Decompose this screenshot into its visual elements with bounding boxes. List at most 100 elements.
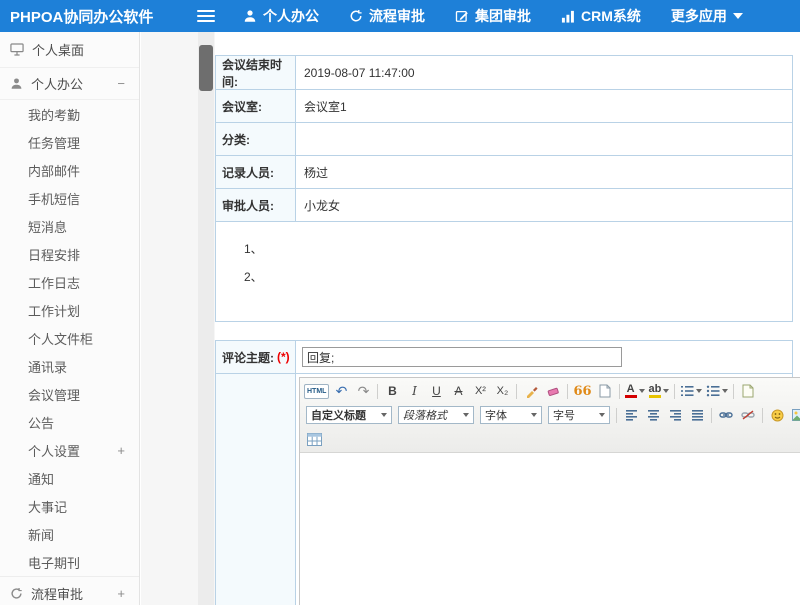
sidebar-item-sms[interactable]: 手机短信 xyxy=(0,184,139,212)
nav-label: 流程审批 xyxy=(369,6,425,26)
subscript-icon[interactable]: X₂ xyxy=(492,381,512,401)
editor-content-area[interactable] xyxy=(300,453,800,605)
sidebar-item-announcements[interactable]: 公告 xyxy=(0,408,139,436)
unlink-icon[interactable] xyxy=(738,405,758,425)
sidebar-item-news[interactable]: 新闻 xyxy=(0,520,139,548)
sidebar-section-personal-office[interactable]: 个人办公 − xyxy=(0,68,139,100)
sidebar-item-major-events[interactable]: 大事记 xyxy=(0,492,139,520)
caret-down-icon xyxy=(663,389,669,393)
nav-group-approval[interactable]: 集团审批 xyxy=(455,6,531,26)
comment-subject-label: 评论主题: (*) xyxy=(216,341,296,373)
nav-more-apps[interactable]: 更多应用 xyxy=(671,6,743,26)
comment-content-row: 评论内容: HTML ↶ ↷ B I U xyxy=(216,373,792,605)
field-value-recorder: 杨过 xyxy=(296,156,792,188)
font-family-select[interactable]: 字体 xyxy=(480,406,542,424)
font-color-letter: A xyxy=(627,384,635,394)
collapse-minus-icon[interactable]: − xyxy=(117,76,125,91)
content-line: 1、 xyxy=(244,235,782,263)
sidebar-item-label: 个人设置 xyxy=(28,441,80,460)
nav-crm[interactable]: CRM系统 xyxy=(561,6,641,26)
field-label-meeting-room: 会议室: xyxy=(216,90,296,122)
meeting-content-box: 1、 2、 xyxy=(216,221,792,321)
redo-icon[interactable]: ↷ xyxy=(353,381,373,401)
font-color-icon[interactable]: A xyxy=(624,381,646,401)
highlight-color-icon[interactable]: ab xyxy=(648,381,671,401)
cycle-arrows-icon xyxy=(10,587,23,600)
sidebar-section-workflow-approval[interactable]: 流程审批 + xyxy=(0,576,139,605)
sidebar-item-e-journal[interactable]: 电子期刊 xyxy=(0,548,139,576)
sidebar-item-label: 个人文件柜 xyxy=(28,329,93,348)
hamburger-menu-icon[interactable] xyxy=(197,10,215,22)
sidebar-item-file-cabinet[interactable]: 个人文件柜 xyxy=(0,324,139,352)
ordered-list-icon[interactable] xyxy=(679,381,703,401)
paragraph-format-select[interactable]: 段落格式 xyxy=(398,406,474,424)
sidebar-item-meetings[interactable]: 会议管理 xyxy=(0,380,139,408)
unordered-list-icon[interactable] xyxy=(705,381,729,401)
bold-icon[interactable]: B xyxy=(382,381,402,401)
select-label: 字号 xyxy=(553,407,575,423)
sidebar-section-label: 个人办公 xyxy=(31,74,83,93)
blockquote-icon[interactable]: 66 xyxy=(572,381,592,401)
nav-label: CRM系统 xyxy=(581,6,641,26)
sidebar-item-label: 日程安排 xyxy=(28,245,80,264)
heading-select[interactable]: 自定义标题 xyxy=(306,406,392,424)
highlight-letters: ab xyxy=(649,384,662,394)
nav-workflow-approval[interactable]: 流程审批 xyxy=(349,6,425,26)
align-center-icon[interactable] xyxy=(643,405,663,425)
sidebar-item-schedule[interactable]: 日程安排 xyxy=(0,240,139,268)
sidebar-item-work-log[interactable]: 工作日志 xyxy=(0,268,139,296)
source-code-button[interactable]: HTML xyxy=(304,384,329,399)
table-row: 会议室: 会议室1 xyxy=(216,89,792,122)
superscript-icon[interactable]: X² xyxy=(470,381,490,401)
sidebar-item-desktop[interactable]: 个人桌面 xyxy=(0,32,139,68)
cycle-arrows-icon xyxy=(349,9,363,23)
nav-label: 个人办公 xyxy=(263,6,319,26)
vertical-scrollbar-thumb[interactable] xyxy=(199,45,213,91)
content-line: 2、 xyxy=(244,263,782,291)
field-label-text: 评论主题: xyxy=(222,349,274,366)
table-icon[interactable] xyxy=(304,429,324,449)
paste-icon[interactable] xyxy=(595,381,615,401)
align-right-icon[interactable] xyxy=(665,405,685,425)
top-navbar: PHPOA协同办公软件 个人办公 流程审批 集团审批 CRM系统 xyxy=(0,0,800,32)
field-label-recorder: 记录人员: xyxy=(216,156,296,188)
image-icon[interactable] xyxy=(789,405,800,425)
new-document-icon[interactable] xyxy=(738,381,758,401)
sidebar-item-work-plan[interactable]: 工作计划 xyxy=(0,296,139,324)
nav-personal-office[interactable]: 个人办公 xyxy=(243,6,319,26)
font-size-select[interactable]: 字号 xyxy=(548,406,610,424)
emoticon-icon[interactable] xyxy=(767,405,787,425)
expand-plus-icon[interactable]: + xyxy=(117,586,125,601)
sidebar: 个人桌面 个人办公 − 我的考勤 任务管理 内部邮件 手机短信 短消息 日程安排… xyxy=(0,32,140,605)
sidebar-item-internal-mail[interactable]: 内部邮件 xyxy=(0,156,139,184)
italic-icon[interactable]: I xyxy=(404,381,424,401)
format-brush-icon[interactable] xyxy=(521,381,541,401)
sidebar-item-contacts[interactable]: 通讯录 xyxy=(0,352,139,380)
sidebar-item-personal-settings[interactable]: 个人设置 + xyxy=(0,436,139,464)
underline-icon[interactable]: U xyxy=(426,381,446,401)
sidebar-item-label: 工作日志 xyxy=(28,273,80,292)
align-justify-icon[interactable] xyxy=(687,405,707,425)
remove-format-icon[interactable] xyxy=(543,381,563,401)
comment-subject-input[interactable] xyxy=(302,347,622,367)
nav-label: 更多应用 xyxy=(671,6,727,26)
toolbar-row-1: HTML ↶ ↷ B I U A X² X₂ xyxy=(303,379,800,403)
undo-icon[interactable]: ↶ xyxy=(331,381,351,401)
sidebar-item-label: 会议管理 xyxy=(28,385,80,404)
caret-down-icon xyxy=(733,13,743,19)
sidebar-item-label: 通知 xyxy=(28,469,54,488)
comment-content-label: 评论内容: xyxy=(216,374,296,605)
edit-square-icon xyxy=(455,9,469,23)
sidebar-item-attendance[interactable]: 我的考勤 xyxy=(0,100,139,128)
vertical-scrollbar-track[interactable] xyxy=(198,32,214,605)
comment-subject-row: 评论主题: (*) xyxy=(216,341,792,373)
link-icon[interactable] xyxy=(716,405,736,425)
sidebar-item-short-message[interactable]: 短消息 xyxy=(0,212,139,240)
sidebar-item-notices[interactable]: 通知 xyxy=(0,464,139,492)
align-left-icon[interactable] xyxy=(621,405,641,425)
expand-plus-icon[interactable]: + xyxy=(117,443,125,458)
sidebar-item-label: 任务管理 xyxy=(28,133,80,152)
sidebar-item-tasks[interactable]: 任务管理 xyxy=(0,128,139,156)
strikethrough-icon[interactable]: A xyxy=(448,381,468,401)
field-label-approver: 审批人员: xyxy=(216,189,296,221)
